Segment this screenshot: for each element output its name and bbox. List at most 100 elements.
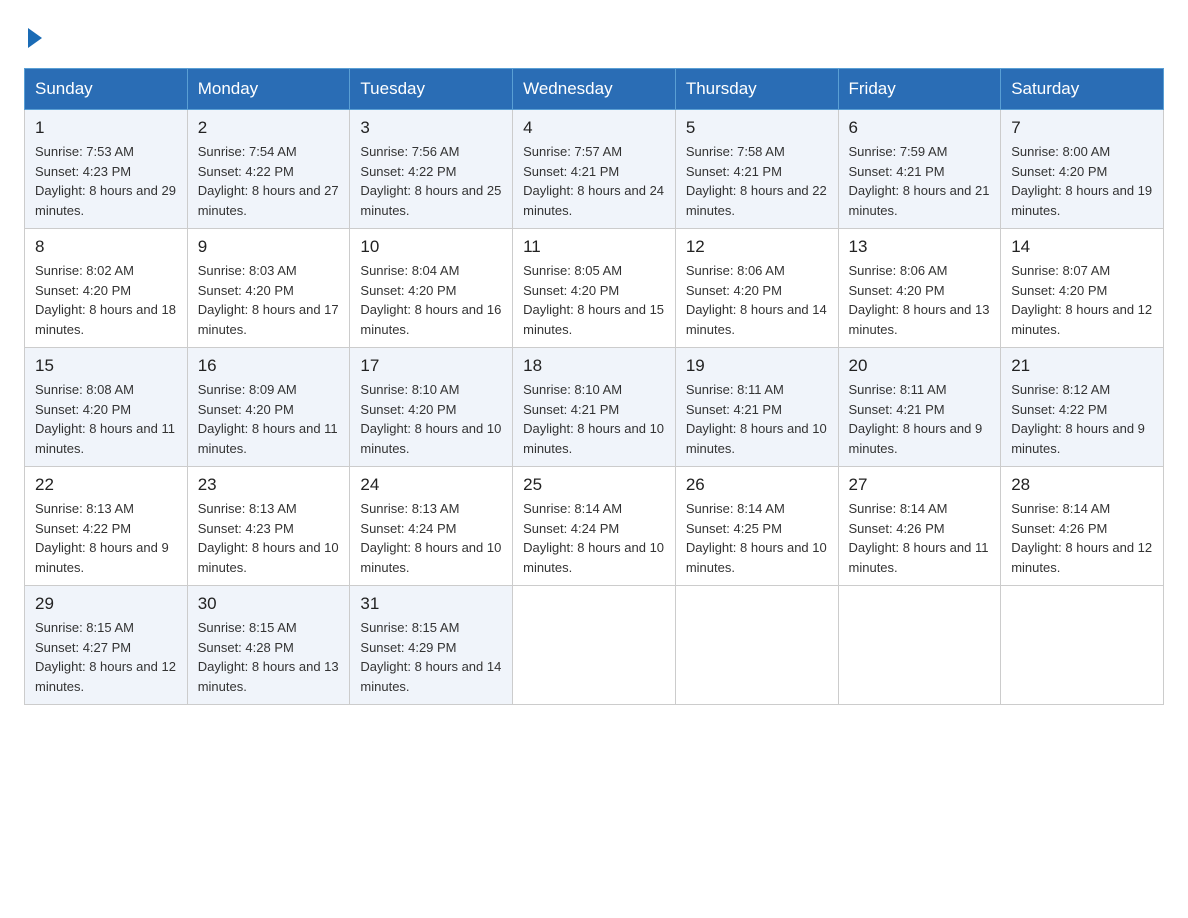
calendar-cell: 4 Sunrise: 7:57 AMSunset: 4:21 PMDayligh… bbox=[513, 110, 676, 229]
day-info: Sunrise: 8:11 AMSunset: 4:21 PMDaylight:… bbox=[849, 382, 983, 456]
day-number: 24 bbox=[360, 475, 502, 495]
calendar-cell: 28 Sunrise: 8:14 AMSunset: 4:26 PMDaylig… bbox=[1001, 467, 1164, 586]
day-info: Sunrise: 7:59 AMSunset: 4:21 PMDaylight:… bbox=[849, 144, 990, 218]
day-number: 27 bbox=[849, 475, 991, 495]
day-number: 3 bbox=[360, 118, 502, 138]
calendar-cell: 17 Sunrise: 8:10 AMSunset: 4:20 PMDaylig… bbox=[350, 348, 513, 467]
day-number: 17 bbox=[360, 356, 502, 376]
day-number: 20 bbox=[849, 356, 991, 376]
header-tuesday: Tuesday bbox=[350, 69, 513, 110]
day-number: 15 bbox=[35, 356, 177, 376]
calendar-cell: 27 Sunrise: 8:14 AMSunset: 4:26 PMDaylig… bbox=[838, 467, 1001, 586]
day-info: Sunrise: 8:11 AMSunset: 4:21 PMDaylight:… bbox=[686, 382, 827, 456]
day-info: Sunrise: 8:10 AMSunset: 4:20 PMDaylight:… bbox=[360, 382, 501, 456]
calendar-cell: 31 Sunrise: 8:15 AMSunset: 4:29 PMDaylig… bbox=[350, 586, 513, 705]
day-info: Sunrise: 8:14 AMSunset: 4:26 PMDaylight:… bbox=[849, 501, 989, 575]
calendar-cell: 22 Sunrise: 8:13 AMSunset: 4:22 PMDaylig… bbox=[25, 467, 188, 586]
calendar-cell: 16 Sunrise: 8:09 AMSunset: 4:20 PMDaylig… bbox=[187, 348, 350, 467]
day-number: 30 bbox=[198, 594, 340, 614]
day-info: Sunrise: 8:09 AMSunset: 4:20 PMDaylight:… bbox=[198, 382, 338, 456]
calendar-cell: 15 Sunrise: 8:08 AMSunset: 4:20 PMDaylig… bbox=[25, 348, 188, 467]
day-info: Sunrise: 7:56 AMSunset: 4:22 PMDaylight:… bbox=[360, 144, 501, 218]
calendar-cell: 23 Sunrise: 8:13 AMSunset: 4:23 PMDaylig… bbox=[187, 467, 350, 586]
day-info: Sunrise: 8:04 AMSunset: 4:20 PMDaylight:… bbox=[360, 263, 501, 337]
day-number: 10 bbox=[360, 237, 502, 257]
day-number: 21 bbox=[1011, 356, 1153, 376]
calendar-cell: 12 Sunrise: 8:06 AMSunset: 4:20 PMDaylig… bbox=[675, 229, 838, 348]
day-info: Sunrise: 8:06 AMSunset: 4:20 PMDaylight:… bbox=[686, 263, 827, 337]
calendar-week-row: 8 Sunrise: 8:02 AMSunset: 4:20 PMDayligh… bbox=[25, 229, 1164, 348]
day-number: 19 bbox=[686, 356, 828, 376]
day-info: Sunrise: 8:05 AMSunset: 4:20 PMDaylight:… bbox=[523, 263, 664, 337]
calendar-cell: 5 Sunrise: 7:58 AMSunset: 4:21 PMDayligh… bbox=[675, 110, 838, 229]
day-info: Sunrise: 7:53 AMSunset: 4:23 PMDaylight:… bbox=[35, 144, 176, 218]
day-number: 5 bbox=[686, 118, 828, 138]
day-info: Sunrise: 8:14 AMSunset: 4:24 PMDaylight:… bbox=[523, 501, 664, 575]
calendar-week-row: 1 Sunrise: 7:53 AMSunset: 4:23 PMDayligh… bbox=[25, 110, 1164, 229]
calendar-cell: 3 Sunrise: 7:56 AMSunset: 4:22 PMDayligh… bbox=[350, 110, 513, 229]
calendar-cell: 18 Sunrise: 8:10 AMSunset: 4:21 PMDaylig… bbox=[513, 348, 676, 467]
day-number: 25 bbox=[523, 475, 665, 495]
calendar-week-row: 29 Sunrise: 8:15 AMSunset: 4:27 PMDaylig… bbox=[25, 586, 1164, 705]
calendar-cell: 13 Sunrise: 8:06 AMSunset: 4:20 PMDaylig… bbox=[838, 229, 1001, 348]
calendar-week-row: 15 Sunrise: 8:08 AMSunset: 4:20 PMDaylig… bbox=[25, 348, 1164, 467]
header-friday: Friday bbox=[838, 69, 1001, 110]
calendar-cell: 2 Sunrise: 7:54 AMSunset: 4:22 PMDayligh… bbox=[187, 110, 350, 229]
day-info: Sunrise: 8:15 AMSunset: 4:29 PMDaylight:… bbox=[360, 620, 501, 694]
header-monday: Monday bbox=[187, 69, 350, 110]
day-info: Sunrise: 8:03 AMSunset: 4:20 PMDaylight:… bbox=[198, 263, 339, 337]
calendar-table: SundayMondayTuesdayWednesdayThursdayFrid… bbox=[24, 68, 1164, 705]
calendar-cell: 29 Sunrise: 8:15 AMSunset: 4:27 PMDaylig… bbox=[25, 586, 188, 705]
calendar-cell bbox=[513, 586, 676, 705]
day-info: Sunrise: 8:02 AMSunset: 4:20 PMDaylight:… bbox=[35, 263, 176, 337]
day-number: 29 bbox=[35, 594, 177, 614]
day-info: Sunrise: 8:08 AMSunset: 4:20 PMDaylight:… bbox=[35, 382, 175, 456]
logo bbox=[24, 24, 42, 48]
header-saturday: Saturday bbox=[1001, 69, 1164, 110]
calendar-cell: 10 Sunrise: 8:04 AMSunset: 4:20 PMDaylig… bbox=[350, 229, 513, 348]
day-info: Sunrise: 8:13 AMSunset: 4:24 PMDaylight:… bbox=[360, 501, 501, 575]
calendar-cell: 11 Sunrise: 8:05 AMSunset: 4:20 PMDaylig… bbox=[513, 229, 676, 348]
day-number: 11 bbox=[523, 237, 665, 257]
calendar-week-row: 22 Sunrise: 8:13 AMSunset: 4:22 PMDaylig… bbox=[25, 467, 1164, 586]
day-number: 7 bbox=[1011, 118, 1153, 138]
day-number: 16 bbox=[198, 356, 340, 376]
calendar-cell bbox=[838, 586, 1001, 705]
day-info: Sunrise: 8:07 AMSunset: 4:20 PMDaylight:… bbox=[1011, 263, 1152, 337]
header-sunday: Sunday bbox=[25, 69, 188, 110]
day-number: 2 bbox=[198, 118, 340, 138]
day-info: Sunrise: 8:13 AMSunset: 4:23 PMDaylight:… bbox=[198, 501, 339, 575]
day-number: 9 bbox=[198, 237, 340, 257]
day-number: 13 bbox=[849, 237, 991, 257]
day-number: 31 bbox=[360, 594, 502, 614]
day-number: 26 bbox=[686, 475, 828, 495]
day-number: 14 bbox=[1011, 237, 1153, 257]
day-info: Sunrise: 8:12 AMSunset: 4:22 PMDaylight:… bbox=[1011, 382, 1145, 456]
day-number: 4 bbox=[523, 118, 665, 138]
day-info: Sunrise: 8:06 AMSunset: 4:20 PMDaylight:… bbox=[849, 263, 990, 337]
calendar-cell: 6 Sunrise: 7:59 AMSunset: 4:21 PMDayligh… bbox=[838, 110, 1001, 229]
day-number: 28 bbox=[1011, 475, 1153, 495]
day-number: 12 bbox=[686, 237, 828, 257]
calendar-cell: 14 Sunrise: 8:07 AMSunset: 4:20 PMDaylig… bbox=[1001, 229, 1164, 348]
day-info: Sunrise: 8:14 AMSunset: 4:26 PMDaylight:… bbox=[1011, 501, 1152, 575]
day-info: Sunrise: 7:57 AMSunset: 4:21 PMDaylight:… bbox=[523, 144, 664, 218]
calendar-cell bbox=[1001, 586, 1164, 705]
calendar-cell: 30 Sunrise: 8:15 AMSunset: 4:28 PMDaylig… bbox=[187, 586, 350, 705]
day-info: Sunrise: 8:15 AMSunset: 4:28 PMDaylight:… bbox=[198, 620, 339, 694]
calendar-cell: 25 Sunrise: 8:14 AMSunset: 4:24 PMDaylig… bbox=[513, 467, 676, 586]
logo-arrow-icon bbox=[28, 28, 42, 48]
calendar-cell bbox=[675, 586, 838, 705]
day-number: 22 bbox=[35, 475, 177, 495]
day-info: Sunrise: 8:13 AMSunset: 4:22 PMDaylight:… bbox=[35, 501, 169, 575]
day-info: Sunrise: 7:58 AMSunset: 4:21 PMDaylight:… bbox=[686, 144, 827, 218]
calendar-header-row: SundayMondayTuesdayWednesdayThursdayFrid… bbox=[25, 69, 1164, 110]
day-number: 8 bbox=[35, 237, 177, 257]
header-thursday: Thursday bbox=[675, 69, 838, 110]
page-header bbox=[24, 24, 1164, 48]
header-wednesday: Wednesday bbox=[513, 69, 676, 110]
day-info: Sunrise: 7:54 AMSunset: 4:22 PMDaylight:… bbox=[198, 144, 339, 218]
day-info: Sunrise: 8:00 AMSunset: 4:20 PMDaylight:… bbox=[1011, 144, 1152, 218]
calendar-cell: 26 Sunrise: 8:14 AMSunset: 4:25 PMDaylig… bbox=[675, 467, 838, 586]
calendar-cell: 19 Sunrise: 8:11 AMSunset: 4:21 PMDaylig… bbox=[675, 348, 838, 467]
